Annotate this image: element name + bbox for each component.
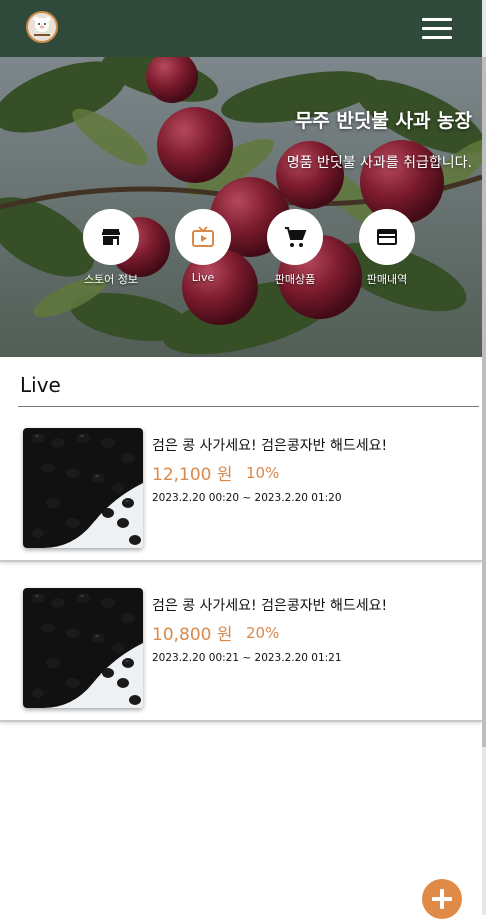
farm-logo-icon[interactable] <box>26 11 58 43</box>
item-period: 2023.2.20 00:21 ~ 2023.2.20 01:21 <box>152 652 342 664</box>
hamburger-menu-icon[interactable] <box>420 16 454 42</box>
item-price: 10,800 원 <box>152 625 233 645</box>
black-beans-photo <box>23 588 143 708</box>
live-tv-icon <box>192 226 214 247</box>
store-info-label: 스토어 정보 <box>83 273 139 286</box>
live-item[interactable]: 검은 콩 사가세요! 검은콩자반 해드세요! 10,800 원 20% 2023… <box>0 578 482 722</box>
farm-subtitle: 명품 반딧불 사과를 취급합니다. <box>286 155 472 171</box>
farm-title: 무주 반딧불 사과 농장 <box>294 110 472 132</box>
live-section-title: Live <box>20 373 61 397</box>
live-item[interactable]: 검은 콩 사가세요! 검은콩자반 해드세요! 12,100 원 10% 2023… <box>0 418 482 562</box>
item-price: 12,100 원 <box>152 465 233 485</box>
products-button[interactable]: 판매상품 <box>249 209 341 287</box>
apple-tree-photo <box>0 57 482 357</box>
item-discount: 10% <box>246 464 280 482</box>
item-title: 검은 콩 사가세요! 검은콩자반 해드세요! <box>152 598 388 614</box>
scrollbar-thumb[interactable] <box>482 57 486 747</box>
item-title: 검은 콩 사가세요! 검은콩자반 해드세요! <box>152 438 388 454</box>
store-icon <box>102 229 120 245</box>
sales-history-button[interactable]: 판매내역 <box>341 209 433 287</box>
black-beans-photo <box>23 428 143 548</box>
item-discount: 20% <box>246 624 280 642</box>
item-period: 2023.2.20 00:20 ~ 2023.2.20 01:20 <box>152 492 342 504</box>
live-label: Live <box>191 271 215 284</box>
top-bar <box>0 0 482 57</box>
hero-banner: 무주 반딧불 사과 농장 명품 반딧불 사과를 취급합니다. 스토어 정보 Li… <box>0 57 482 357</box>
products-label: 판매상품 <box>274 273 316 286</box>
store-info-button[interactable]: 스토어 정보 <box>65 209 157 287</box>
add-button[interactable] <box>422 879 462 919</box>
sales-history-label: 판매내역 <box>366 273 408 286</box>
live-button[interactable]: Live <box>157 209 249 284</box>
plus-icon <box>432 889 452 909</box>
shopping-cart-icon <box>285 227 307 247</box>
credit-card-icon <box>377 229 397 245</box>
section-divider <box>18 406 479 407</box>
